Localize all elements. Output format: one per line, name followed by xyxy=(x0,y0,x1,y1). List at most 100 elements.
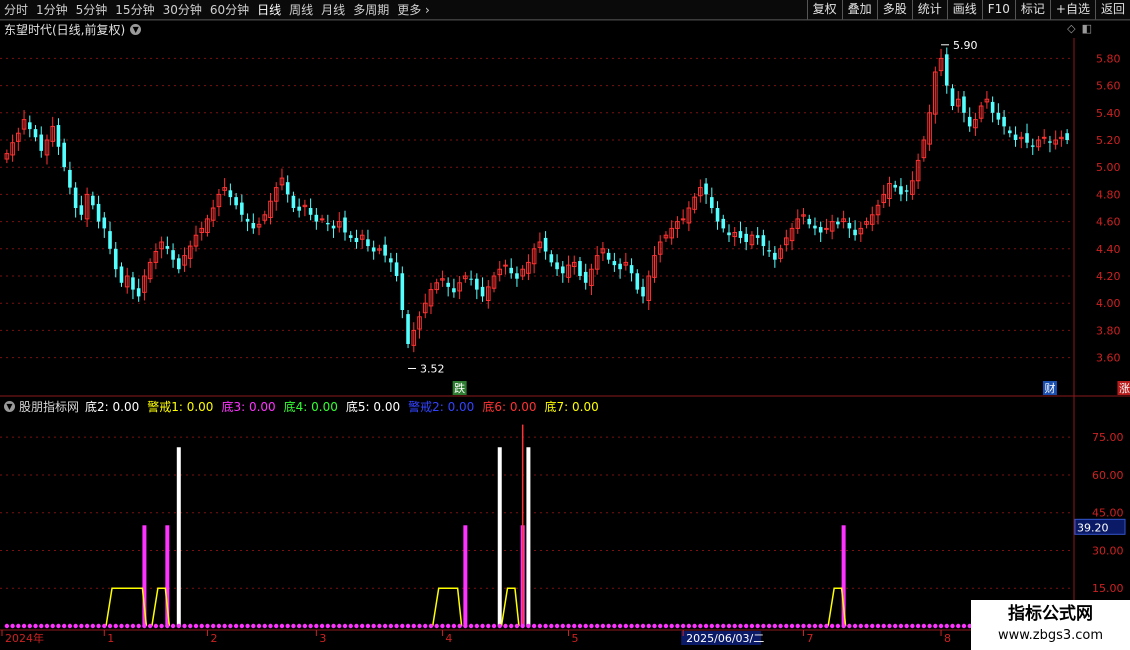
baseline-dot xyxy=(881,623,886,629)
baseline-dot xyxy=(892,623,898,629)
candle-body xyxy=(406,314,410,344)
candle-body xyxy=(944,54,949,86)
candle-body xyxy=(893,184,897,188)
candle-body xyxy=(62,142,66,168)
time-axis-label: 2025/06/03/二 xyxy=(686,632,764,645)
baseline-dot xyxy=(56,623,61,629)
candle-body xyxy=(165,246,170,249)
baseline-dot xyxy=(486,623,491,629)
time-axis-label: 3 xyxy=(319,632,326,645)
candle-body xyxy=(962,96,966,113)
baseline-dot xyxy=(371,623,376,629)
price-tick-label: 4.20 xyxy=(1096,270,1121,283)
price-tick-label: 4.60 xyxy=(1096,216,1121,229)
baseline-dot xyxy=(818,623,823,629)
baseline-dot xyxy=(703,623,709,629)
baseline-dot xyxy=(142,623,147,629)
baseline-dot xyxy=(829,623,835,629)
event-marker-label: 跌 xyxy=(454,381,465,395)
baseline-dot xyxy=(646,623,651,629)
baseline-dot xyxy=(262,623,267,629)
baseline-dot xyxy=(663,623,669,629)
candle-body xyxy=(96,203,101,222)
candle-body xyxy=(240,202,244,215)
baseline-dot xyxy=(16,623,21,629)
candle-body xyxy=(480,286,485,297)
candle-body xyxy=(285,182,290,195)
candle-body xyxy=(515,273,519,279)
baseline-dot xyxy=(348,623,353,629)
baseline-dot xyxy=(514,623,520,629)
time-axis-label: 1 xyxy=(107,632,114,645)
candle-body xyxy=(606,252,611,260)
baseline-dot xyxy=(537,623,543,629)
baseline-dot xyxy=(468,623,474,629)
baseline-dot xyxy=(898,623,904,629)
candle-body xyxy=(56,125,61,147)
baseline-dot xyxy=(526,623,531,629)
baseline-dot xyxy=(961,623,967,629)
candle-body xyxy=(291,195,296,208)
price-tick-label: 5.40 xyxy=(1096,107,1121,120)
candle-body xyxy=(899,186,903,195)
baseline-dot xyxy=(102,623,107,629)
price-tick-label: 4.80 xyxy=(1096,188,1121,201)
candle-body xyxy=(967,116,972,127)
baseline-dot xyxy=(382,623,388,629)
baseline-dot xyxy=(405,623,411,629)
baseline-dot xyxy=(199,623,204,629)
baseline-dot xyxy=(44,623,50,629)
baseline-dot xyxy=(440,623,445,629)
baseline-dot xyxy=(904,623,909,629)
baseline-dot xyxy=(692,623,697,629)
candle-body xyxy=(102,217,107,229)
candle-body xyxy=(824,227,829,230)
baseline-dot xyxy=(497,623,502,629)
candle-body xyxy=(1013,134,1018,140)
time-axis-label: 2024年 xyxy=(5,631,44,645)
candle-body xyxy=(990,101,995,113)
price-tick-label: 3.80 xyxy=(1096,324,1121,337)
baseline-dot xyxy=(434,623,439,629)
kline-chart[interactable]: 3.60 3.80 4.00 4.20 4.40 4.60 4.80 5.00 5.20 5.40… xyxy=(0,0,1130,650)
indicator-tick-label: 45.00 xyxy=(1092,507,1124,520)
baseline-dot xyxy=(944,623,949,629)
candle-body xyxy=(509,267,514,274)
candle-body xyxy=(331,225,336,229)
baseline-dot xyxy=(291,623,296,629)
baseline-dot xyxy=(933,623,938,629)
baseline-dot xyxy=(216,623,222,629)
baseline-dot xyxy=(572,623,577,629)
candle-body xyxy=(641,286,645,297)
candle-body xyxy=(1025,133,1029,143)
baseline-dot xyxy=(577,623,583,629)
baseline-dot xyxy=(39,623,44,629)
candle-body xyxy=(813,225,817,229)
baseline-dot xyxy=(698,623,703,629)
baseline-dot xyxy=(359,623,365,629)
candle-body xyxy=(807,218,812,225)
candle-body xyxy=(578,261,582,276)
baseline-dot xyxy=(743,623,749,629)
baseline-dot xyxy=(680,623,686,629)
baseline-dot xyxy=(170,623,176,629)
baseline-dot xyxy=(205,623,210,629)
baseline-dot xyxy=(732,623,737,629)
indicator-alert-line xyxy=(500,587,520,627)
baseline-dot xyxy=(400,623,405,629)
baseline-dot xyxy=(188,623,193,629)
baseline-dot xyxy=(423,623,428,629)
baseline-dot xyxy=(193,623,199,629)
candle-body xyxy=(39,134,44,151)
indicator-bar-底2 xyxy=(176,447,181,626)
baseline-dot xyxy=(210,623,216,629)
baseline-dot xyxy=(623,623,629,629)
candle-body xyxy=(68,169,72,188)
price-tick-label: 5.60 xyxy=(1096,80,1121,93)
baseline-dot xyxy=(726,623,732,629)
candle-body xyxy=(680,218,686,221)
candle-body xyxy=(326,222,330,225)
baseline-dot xyxy=(113,623,118,629)
baseline-dot xyxy=(73,623,78,629)
candle-body xyxy=(755,235,760,238)
